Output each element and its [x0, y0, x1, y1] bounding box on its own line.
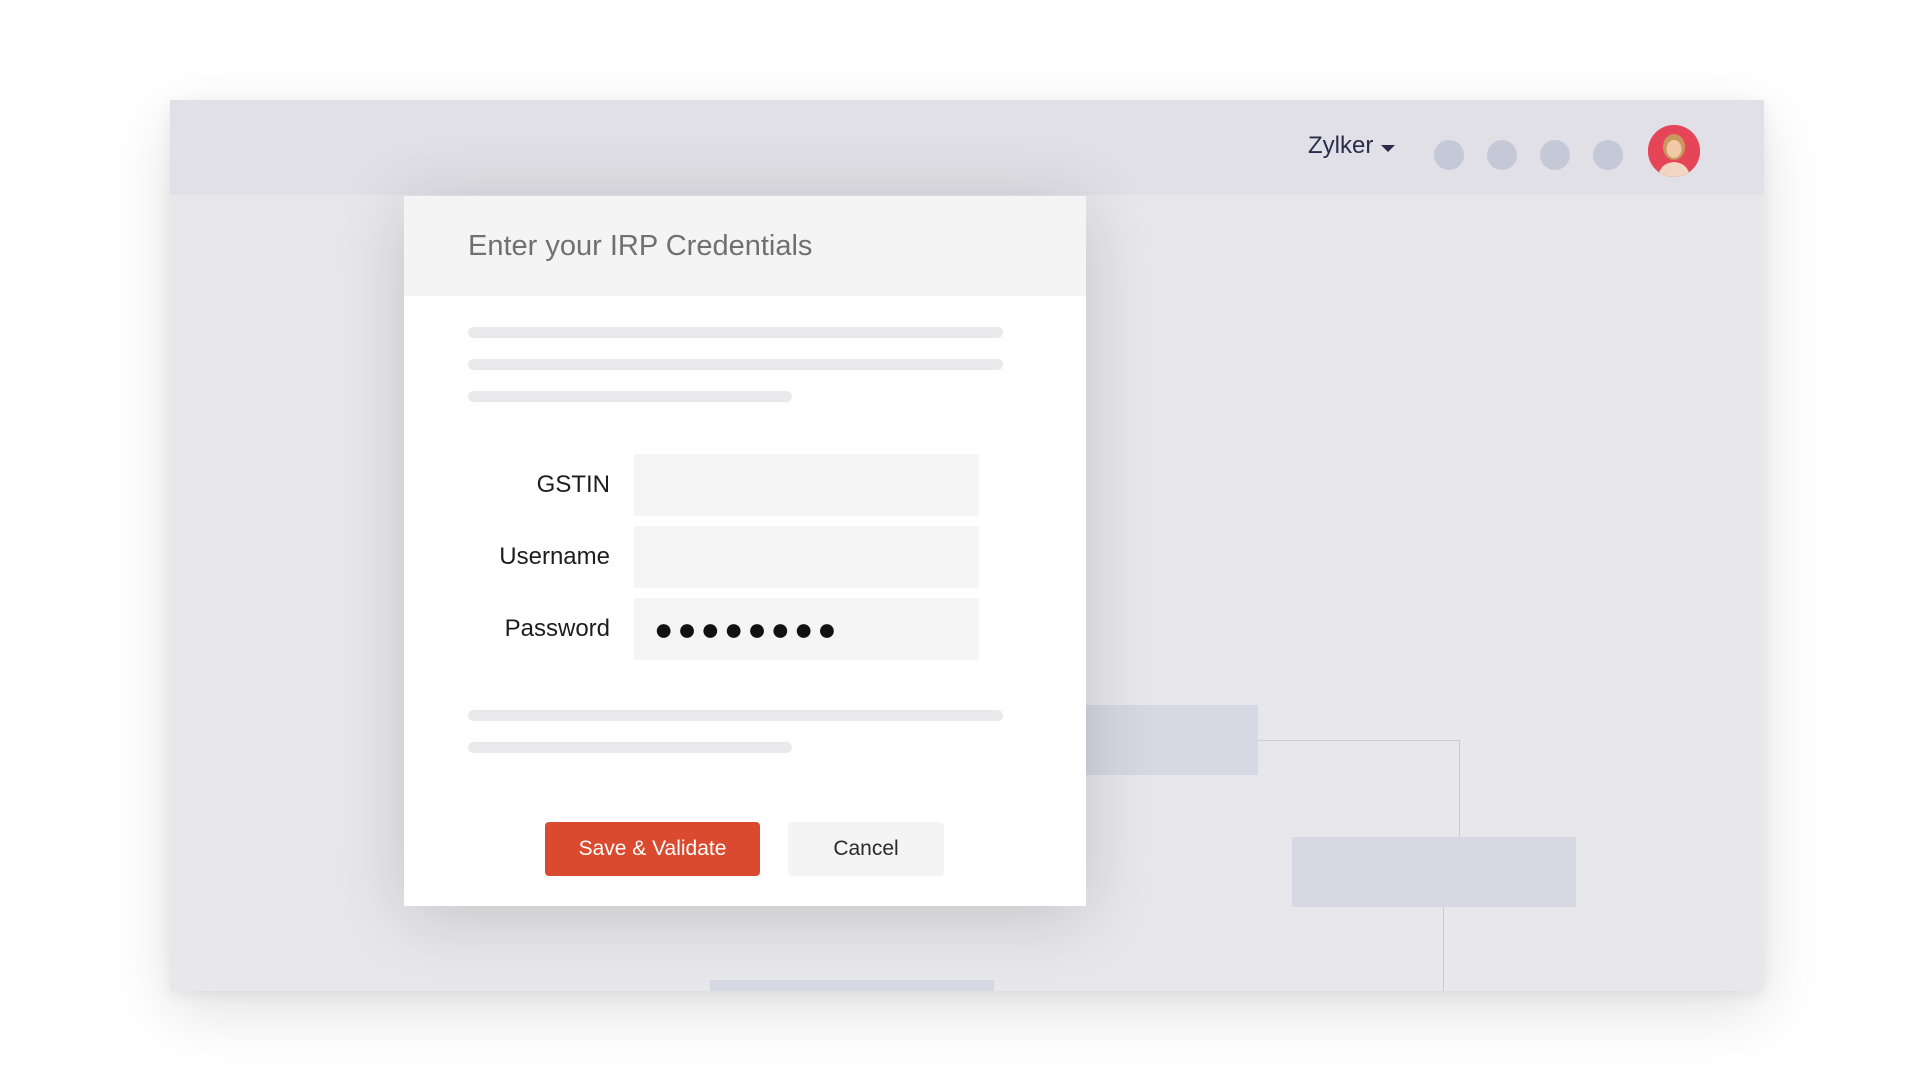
bg-node-3 — [710, 980, 994, 991]
password-input[interactable]: ●●●●●●●● — [634, 598, 979, 660]
chevron-down-icon — [1381, 144, 1396, 152]
password-masked-value: ●●●●●●●● — [654, 611, 841, 647]
org-name: Zylker — [1308, 132, 1374, 159]
gstin-label: GSTIN — [536, 471, 610, 498]
text-placeholder-line — [468, 359, 1003, 370]
app-icon-1[interactable] — [1434, 140, 1464, 170]
text-placeholder-line — [468, 742, 792, 753]
app-icon-4[interactable] — [1593, 140, 1623, 170]
text-placeholder-line — [468, 327, 1003, 338]
bg-node-2 — [1292, 837, 1576, 907]
dialog-title: Enter your IRP Credentials — [468, 229, 813, 262]
text-placeholder-line — [468, 710, 1003, 721]
irp-credentials-dialog: Enter your IRP Credentials GSTIN Usernam… — [404, 196, 1086, 906]
password-label: Password — [504, 615, 610, 642]
text-placeholder-line — [468, 391, 792, 402]
gstin-input[interactable] — [634, 454, 979, 516]
username-input[interactable] — [634, 526, 979, 588]
save-validate-button[interactable]: Save & Validate — [545, 822, 760, 876]
bg-connector — [1443, 907, 1444, 991]
app-icon-2[interactable] — [1487, 140, 1517, 170]
org-switcher[interactable]: Zylker — [1308, 132, 1396, 160]
user-avatar[interactable] — [1648, 125, 1700, 177]
dialog-header: Enter your IRP Credentials — [404, 196, 1086, 296]
app-icon-3[interactable] — [1540, 140, 1570, 170]
cancel-button[interactable]: Cancel — [788, 822, 944, 876]
bg-connector — [1258, 740, 1460, 741]
username-label: Username — [499, 543, 610, 570]
bg-connector — [1459, 740, 1460, 837]
top-bar: Zylker — [170, 100, 1764, 195]
